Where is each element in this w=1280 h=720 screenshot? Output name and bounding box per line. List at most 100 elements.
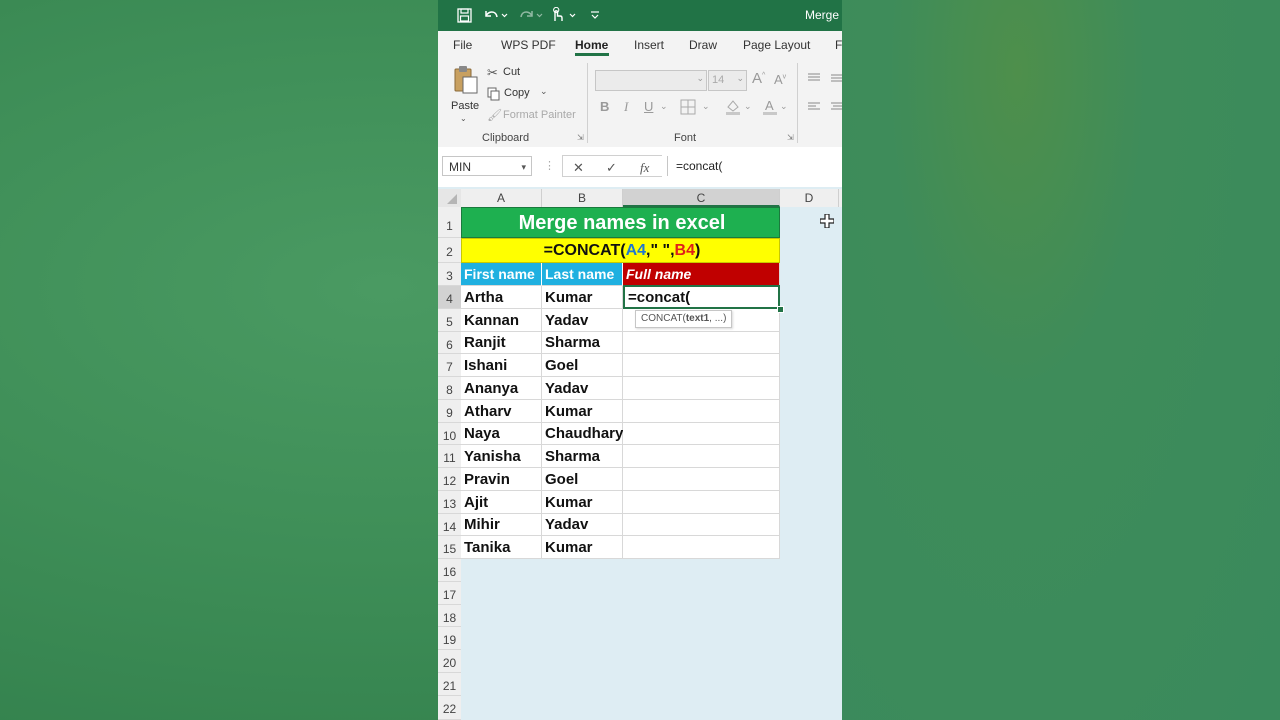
row-header[interactable]: 14 — [438, 514, 461, 536]
italic-button[interactable]: I — [624, 99, 628, 115]
touch-mode-icon[interactable] — [550, 6, 578, 24]
chevron-down-icon[interactable]: ⌄ — [780, 101, 788, 112]
first-name-cell[interactable]: Naya — [461, 423, 542, 445]
row-header[interactable]: 4 — [438, 286, 461, 309]
customize-icon[interactable] — [588, 6, 602, 24]
full-name-cell[interactable] — [623, 400, 780, 423]
chevron-down-icon[interactable]: ⌄ — [744, 101, 752, 112]
first-name-cell[interactable]: Tanika — [461, 536, 542, 559]
enter-icon[interactable]: ✓ — [606, 160, 617, 176]
column-header-d[interactable]: D — [780, 189, 839, 207]
row-header[interactable]: 13 — [438, 491, 461, 514]
undo-icon[interactable] — [482, 6, 508, 24]
first-name-cell[interactable]: Mihir — [461, 514, 542, 536]
row-header[interactable]: 6 — [438, 332, 461, 354]
header-full-name[interactable]: Full name — [623, 263, 780, 286]
font-color-icon[interactable]: A — [762, 98, 778, 116]
sheet-title-cell[interactable]: Merge names in excel — [461, 207, 780, 238]
formula-example-cell[interactable]: =CONCAT(A4," ",B4) — [461, 238, 780, 263]
last-name-cell[interactable]: Yadav — [542, 514, 623, 536]
last-name-cell[interactable]: Sharma — [542, 445, 623, 468]
row-header[interactable]: 21 — [438, 673, 461, 696]
tab-home[interactable]: Home — [575, 38, 608, 52]
first-name-cell[interactable]: Artha — [461, 286, 542, 309]
font-launcher-icon[interactable]: ⇲ — [787, 133, 794, 142]
row-header[interactable]: 17 — [438, 582, 461, 605]
font-size-select[interactable]: 14 ⌄ — [708, 70, 747, 91]
cancel-icon[interactable]: ✕ — [573, 160, 584, 176]
row-header[interactable]: 18 — [438, 605, 461, 627]
save-icon[interactable] — [456, 6, 472, 24]
first-name-cell[interactable]: Atharv — [461, 400, 542, 423]
borders-icon[interactable] — [680, 99, 696, 118]
tab-formulas[interactable]: F — [835, 38, 842, 52]
column-header-e[interactable] — [839, 189, 842, 207]
bold-button[interactable]: B — [600, 99, 609, 114]
tab-file[interactable]: File — [453, 38, 472, 52]
full-name-cell[interactable] — [623, 332, 780, 354]
paste-button[interactable]: Paste ⌄ — [450, 63, 480, 125]
chevron-down-icon[interactable]: ⌄ — [702, 101, 710, 112]
last-name-cell[interactable]: Yadav — [542, 377, 623, 400]
chevron-down-icon[interactable]: ⌄ — [660, 101, 668, 112]
row-header[interactable]: 1 — [438, 207, 461, 238]
row-header[interactable]: 16 — [438, 559, 461, 582]
last-name-cell[interactable]: Yadav — [542, 309, 623, 332]
align-top-icon[interactable] — [807, 72, 821, 86]
row-header[interactable]: 9 — [438, 400, 461, 423]
name-box[interactable]: MIN ▾ — [442, 156, 532, 176]
row-header[interactable]: 15 — [438, 536, 461, 559]
last-name-cell[interactable]: Kumar — [542, 286, 623, 309]
font-name-select[interactable]: ⌄ — [595, 70, 707, 91]
select-all-corner[interactable] — [438, 189, 461, 207]
redo-icon[interactable] — [518, 6, 544, 24]
row-header[interactable]: 5 — [438, 309, 461, 332]
insert-function-icon[interactable]: fx — [640, 160, 649, 176]
row-header[interactable]: 11 — [438, 445, 461, 468]
formula-input[interactable]: =concat( — [667, 156, 842, 176]
first-name-cell[interactable]: Ranjit — [461, 332, 542, 354]
last-name-cell[interactable]: Kumar — [542, 400, 623, 423]
full-name-cell[interactable] — [623, 445, 780, 468]
tab-wps-pdf[interactable]: WPS PDF — [501, 38, 556, 52]
copy-button[interactable]: Copy ⌄ — [487, 86, 552, 102]
tab-draw[interactable]: Draw — [689, 38, 717, 52]
column-header-c[interactable]: C — [623, 189, 780, 207]
header-first-name[interactable]: First name — [461, 263, 542, 286]
last-name-cell[interactable]: Goel — [542, 468, 623, 491]
first-name-cell[interactable]: Ajit — [461, 491, 542, 514]
align-left-icon[interactable] — [807, 101, 821, 115]
row-header[interactable]: 8 — [438, 377, 461, 400]
row-header[interactable]: 10 — [438, 423, 461, 445]
full-name-cell[interactable] — [623, 536, 780, 559]
tab-page-layout[interactable]: Page Layout — [743, 38, 810, 52]
full-name-cell[interactable] — [623, 468, 780, 491]
column-header-a[interactable]: A — [461, 189, 542, 207]
align-center-icon[interactable] — [830, 101, 842, 115]
fill-handle[interactable] — [777, 306, 784, 313]
first-name-cell[interactable]: Yanisha — [461, 445, 542, 468]
row-header[interactable]: 12 — [438, 468, 461, 491]
fill-color-icon[interactable] — [725, 98, 741, 119]
row-header[interactable]: 20 — [438, 650, 461, 673]
row-header[interactable]: 22 — [438, 696, 461, 720]
last-name-cell[interactable]: Goel — [542, 354, 623, 377]
last-name-cell[interactable]: Kumar — [542, 536, 623, 559]
first-name-cell[interactable]: Ishani — [461, 354, 542, 377]
align-middle-icon[interactable] — [830, 72, 842, 86]
first-name-cell[interactable]: Ananya — [461, 377, 542, 400]
tab-insert[interactable]: Insert — [634, 38, 664, 52]
clipboard-launcher-icon[interactable]: ⇲ — [577, 133, 584, 142]
grow-font-button[interactable]: A^ — [752, 70, 765, 87]
last-name-cell[interactable]: Sharma — [542, 332, 623, 354]
active-full-name-cell[interactable]: =concat( — [623, 285, 780, 309]
full-name-cell[interactable] — [623, 514, 780, 536]
column-header-b[interactable]: B — [542, 189, 623, 207]
full-name-cell[interactable] — [623, 491, 780, 514]
shrink-font-button[interactable]: Av — [774, 72, 786, 87]
format-painter-button[interactable]: 🖌 Format Painter — [487, 108, 582, 124]
full-name-cell[interactable] — [623, 423, 780, 445]
last-name-cell[interactable]: Kumar — [542, 491, 623, 514]
row-header[interactable]: 19 — [438, 627, 461, 650]
full-name-cell[interactable] — [623, 354, 780, 377]
